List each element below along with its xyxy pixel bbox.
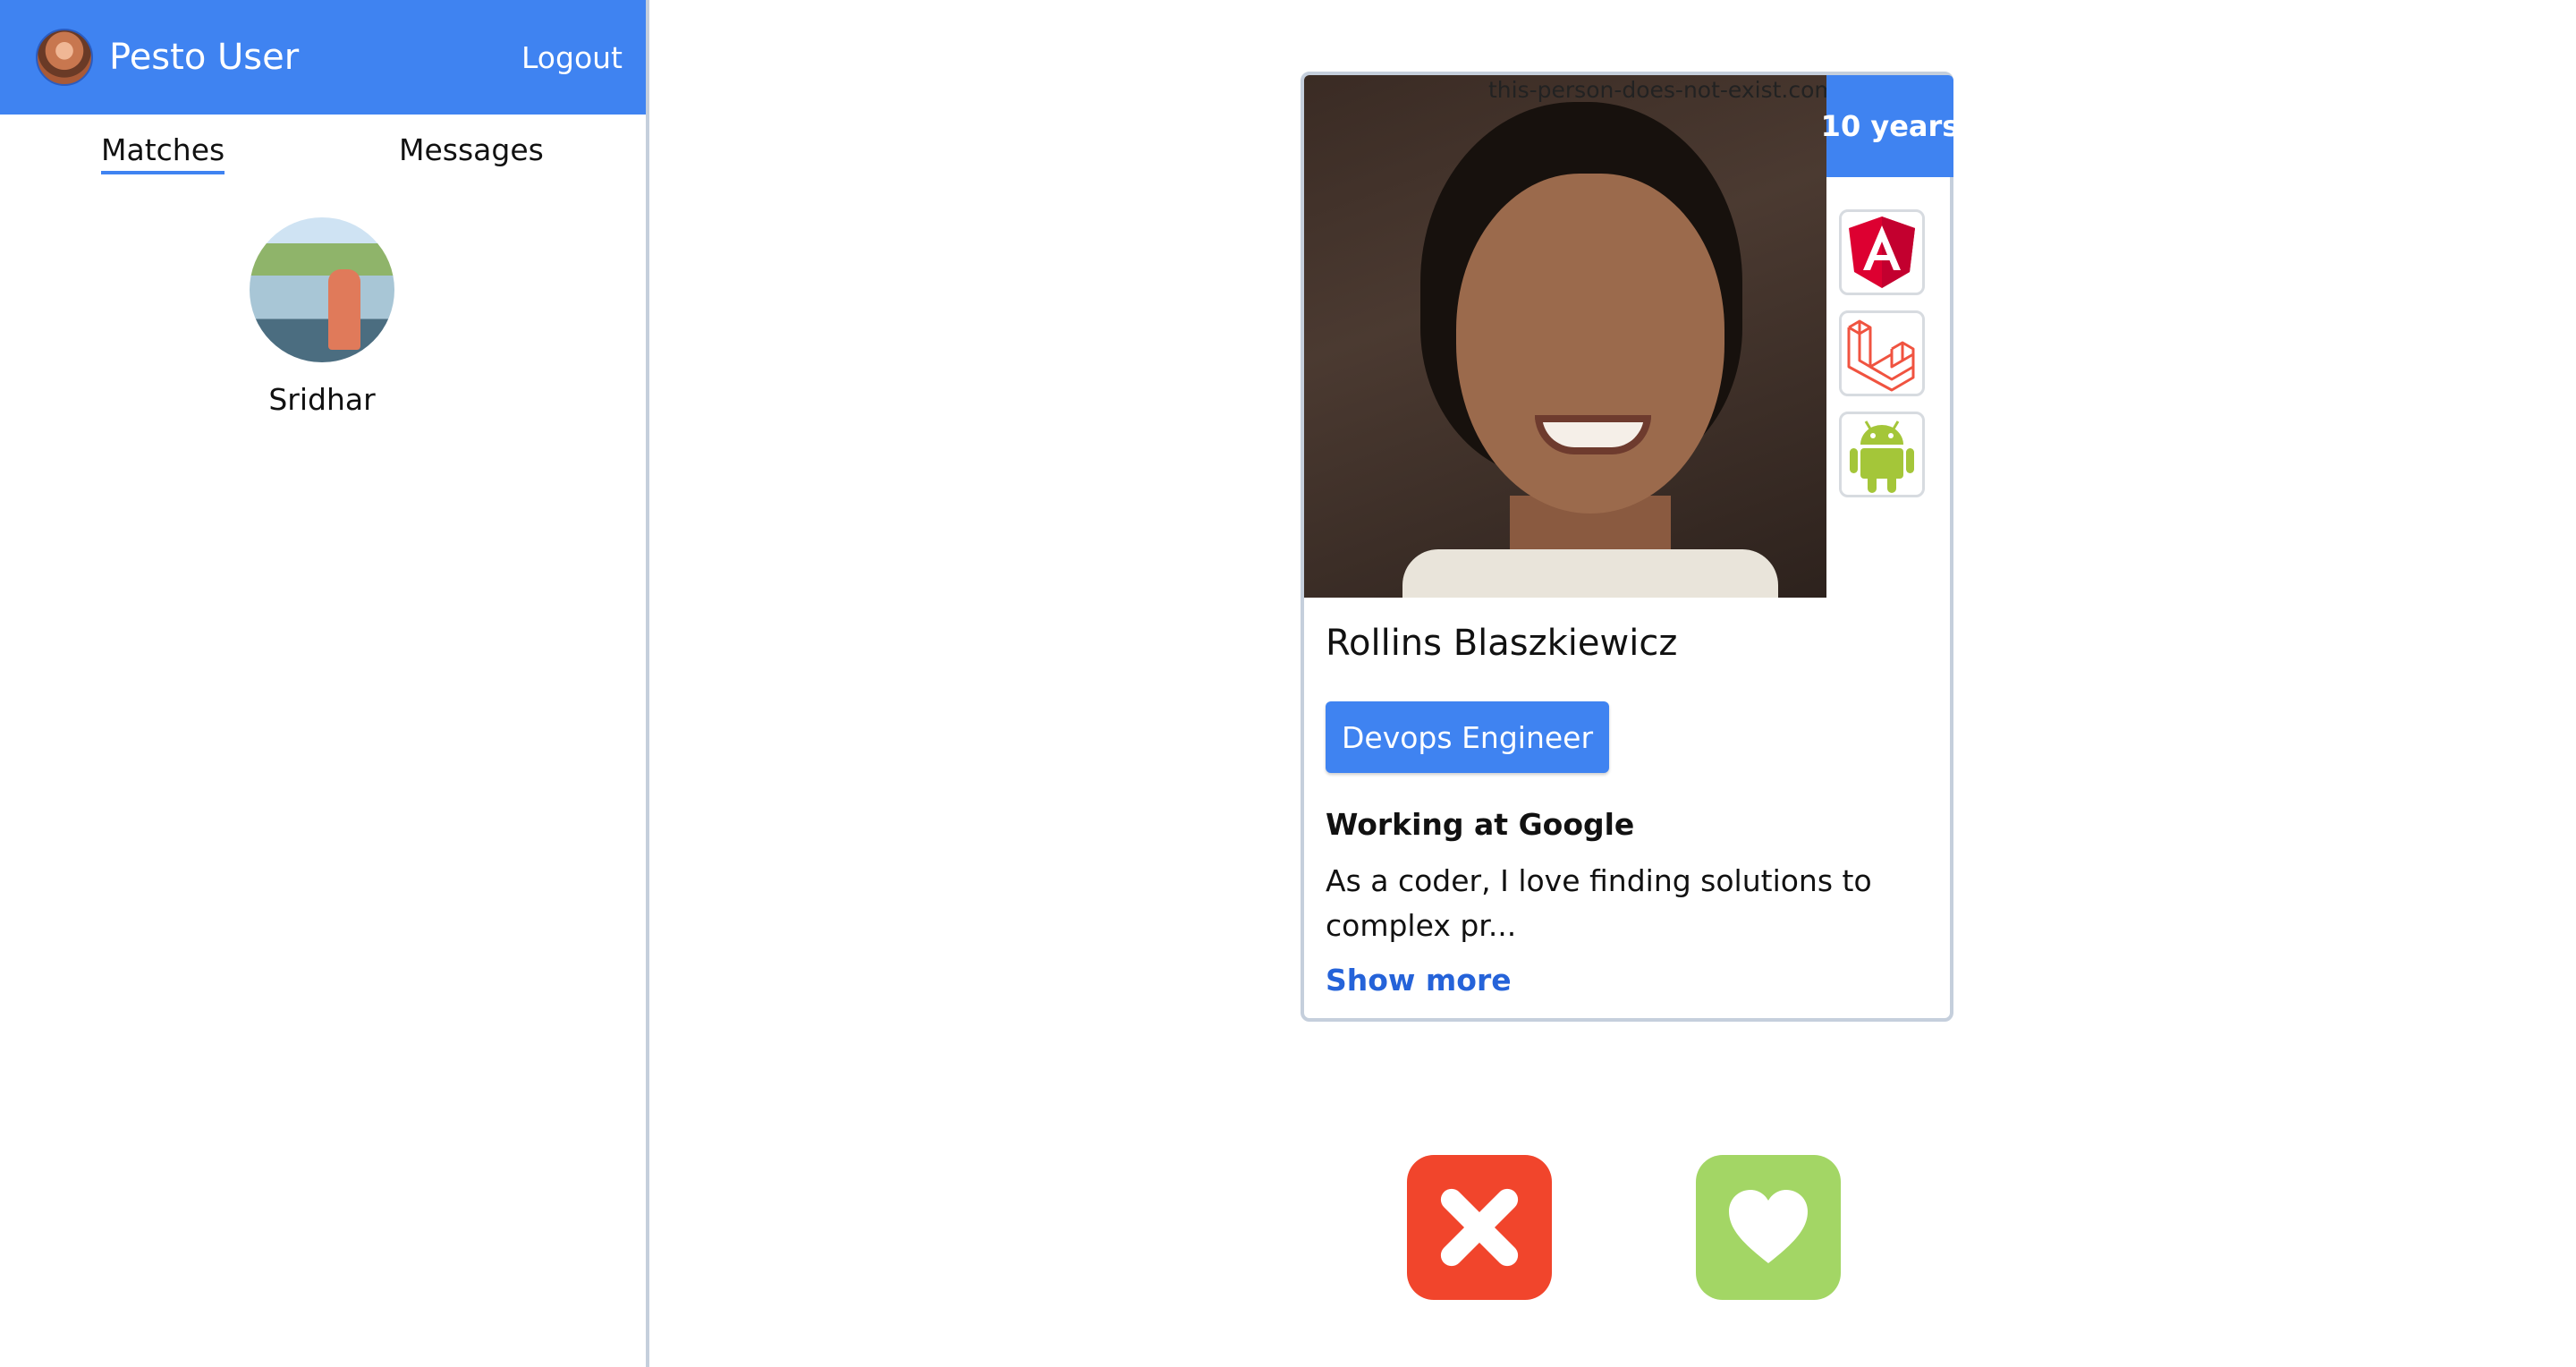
sidebar-header: Pesto User Logout: [0, 0, 646, 115]
show-more-link[interactable]: Show more: [1326, 963, 1512, 998]
reject-button[interactable]: [1407, 1155, 1552, 1300]
close-icon: [1440, 1188, 1519, 1267]
username: Pesto User: [109, 37, 300, 78]
skill-android: [1839, 412, 1925, 497]
skill-angular: [1839, 209, 1925, 295]
company-text: Working at Google: [1326, 807, 1635, 842]
logout-button[interactable]: Logout: [521, 40, 623, 75]
laravel-icon: [1847, 319, 1915, 392]
profile-card: this-person-does-not-exist.com 10 years: [1301, 72, 1959, 1022]
heart-icon: [1729, 1190, 1808, 1263]
match-name: Sridhar: [268, 382, 376, 417]
bio-text: As a coder, I love finding solutions to …: [1326, 863, 1872, 943]
angular-icon: [1849, 217, 1915, 288]
tab-matches[interactable]: Matches: [101, 132, 225, 174]
match-avatar[interactable]: [250, 217, 394, 362]
experience-badge: 10 years: [1821, 75, 1959, 177]
sidebar: Pesto User Logout Matches Messages Sridh…: [0, 0, 649, 1367]
match-item[interactable]: Sridhar: [250, 217, 394, 417]
photo-watermark: this-person-does-not-exist.com: [1488, 77, 1826, 103]
user-avatar[interactable]: [36, 29, 93, 86]
tab-messages[interactable]: Messages: [399, 132, 544, 167]
candidate-name: Rollins Blaszkiewicz: [1326, 623, 1678, 664]
role-badge: Devops Engineer: [1326, 701, 1610, 773]
skill-laravel: [1839, 310, 1925, 396]
sidebar-tabs: Matches Messages: [0, 115, 646, 181]
like-button[interactable]: [1696, 1155, 1841, 1300]
android-icon: [1850, 420, 1914, 493]
profile-photo: this-person-does-not-exist.com: [1304, 75, 1826, 598]
